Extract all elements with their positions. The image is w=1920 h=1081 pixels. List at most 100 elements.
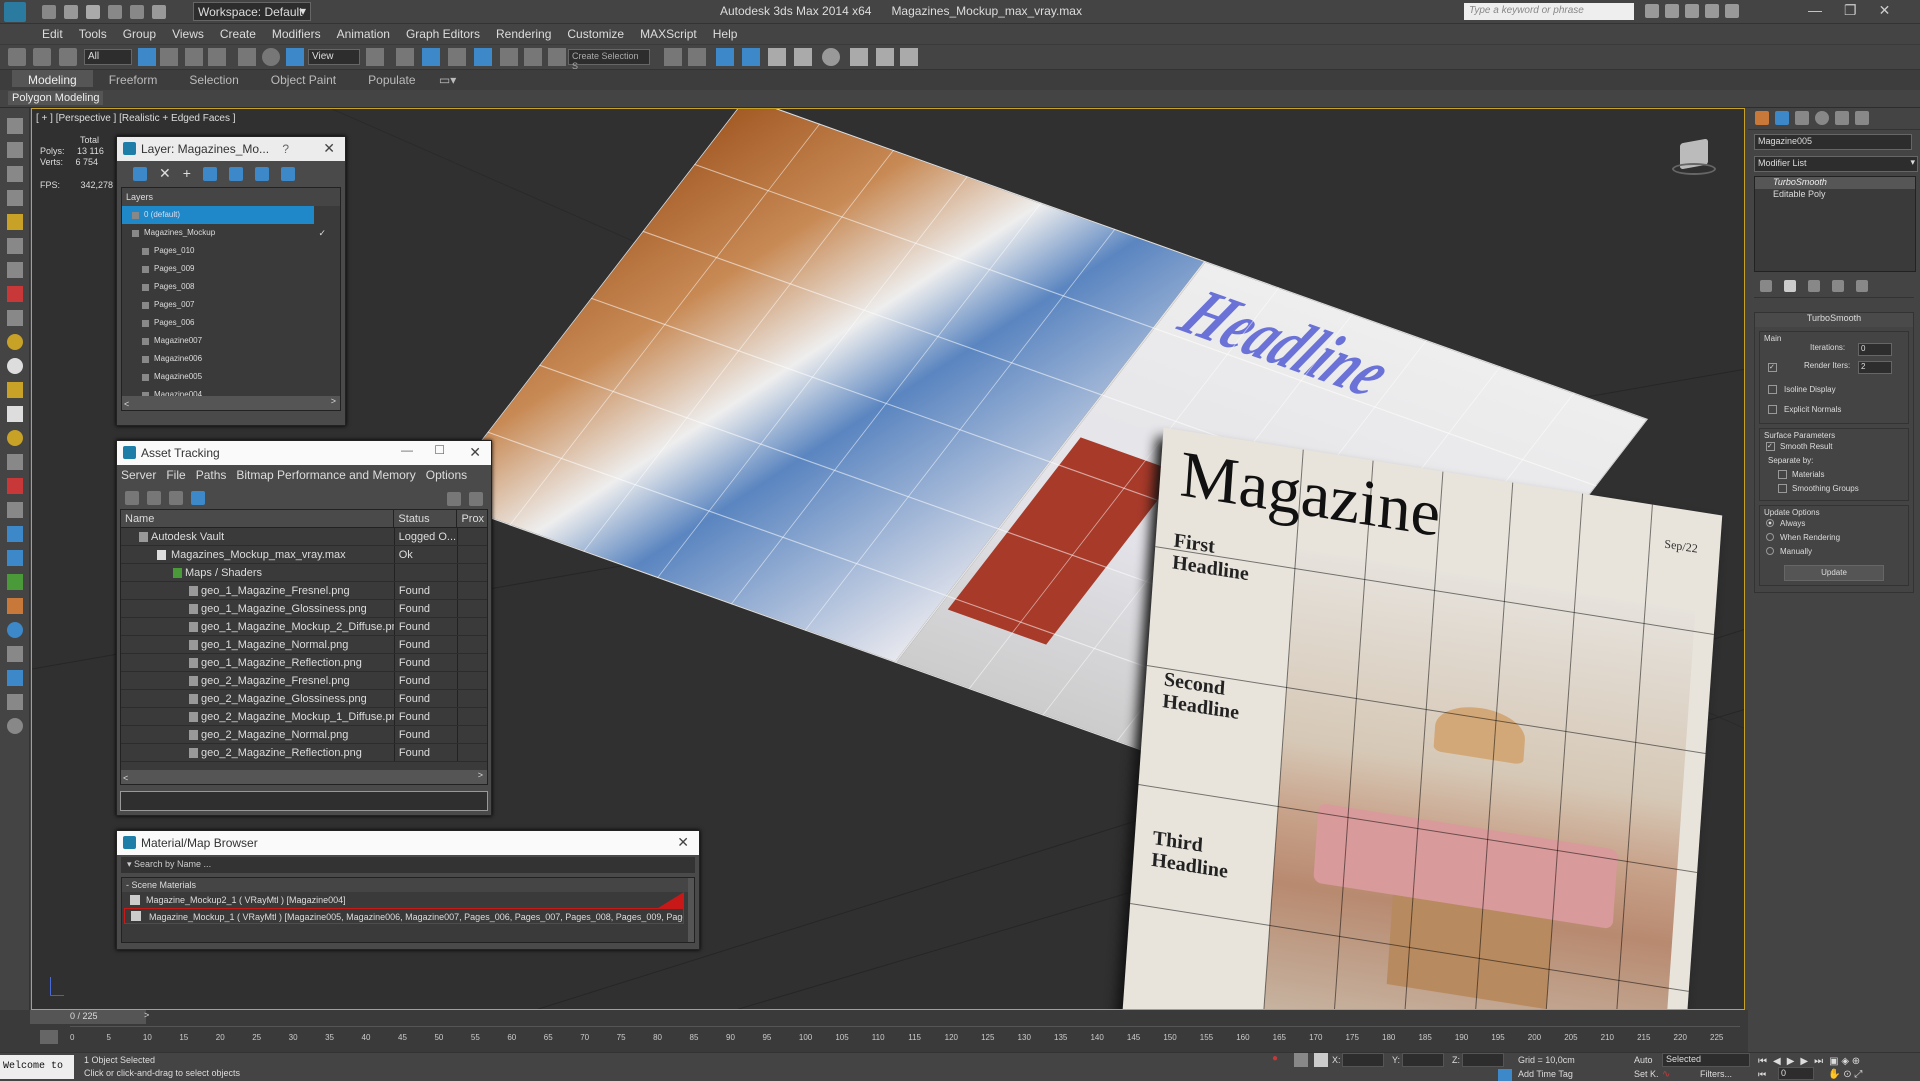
help-icon[interactable] (447, 492, 461, 506)
asset-path-field[interactable] (120, 791, 488, 811)
selection-filter-dropdown[interactable]: All (84, 49, 132, 65)
material-search-input[interactable]: ▾ Search by Name ... (121, 857, 695, 873)
nav-icons[interactable]: ▣ ◈ ⊕ (1829, 1056, 1860, 1067)
tab-populate[interactable]: Populate (352, 70, 431, 87)
layer-hscrollbar[interactable]: < > (122, 396, 340, 410)
reference-coord-dropdown[interactable]: View (308, 49, 360, 65)
time-tag-icon[interactable] (1498, 1069, 1512, 1081)
close-icon[interactable]: ✕ (469, 444, 481, 461)
key-filter-dropdown[interactable]: Selected (1662, 1053, 1750, 1067)
pin-stack-icon[interactable] (1760, 280, 1772, 292)
undo-icon[interactable] (108, 5, 122, 19)
asset-row[interactable]: geo_1_Magazine_Fresnel.png Found (121, 582, 487, 600)
mirror-icon[interactable] (664, 48, 682, 66)
tool-icon-18[interactable] (7, 526, 23, 542)
layer-manager-icon[interactable] (716, 48, 734, 66)
material-row-2[interactable]: Magazine_Mockup_1 ( VRayMtl ) [Magazine0… (124, 908, 684, 924)
layer-row[interactable]: Magazine005 (122, 368, 340, 386)
layer-list[interactable]: Layers 0 (default) Magazines_Mockup ✓ Pages… (121, 187, 341, 411)
menu-help[interactable]: Help (705, 24, 746, 41)
unlink-icon[interactable] (33, 48, 52, 66)
tool-icon-24[interactable] (7, 670, 23, 686)
menu-group[interactable]: Group (115, 24, 164, 41)
minimize-icon[interactable]: — (1808, 2, 1822, 18)
menu-maxscript[interactable]: MAXScript (632, 24, 705, 41)
edit-named-sel-icon[interactable] (548, 48, 566, 66)
tab-freeform[interactable]: Freeform (93, 70, 174, 87)
motion-tab-icon[interactable] (1815, 111, 1829, 125)
subscription-icon[interactable] (1665, 4, 1679, 18)
render-setup-icon[interactable] (850, 48, 868, 66)
remove-modifier-icon[interactable] (1832, 280, 1844, 292)
goto-start-icon[interactable]: ⏮ (1758, 1056, 1767, 1067)
asset-menu-options[interactable]: Options (426, 468, 467, 482)
col-status[interactable]: Status (394, 510, 458, 527)
tool-icon-5[interactable] (7, 214, 23, 230)
redo-icon[interactable] (130, 5, 144, 19)
tool-icon-4[interactable] (7, 190, 23, 206)
asset-hscrollbar[interactable]: < > (121, 770, 487, 784)
render-teapot-icon[interactable] (900, 48, 918, 66)
move-icon[interactable] (238, 48, 256, 66)
layer-row[interactable]: Pages_010 (122, 242, 340, 260)
asset-row[interactable]: geo_1_Magazine_Glossiness.png Found (121, 600, 487, 618)
binoculars-icon[interactable] (1645, 4, 1659, 18)
key-mode-icon[interactable]: ⏮ (1758, 1069, 1766, 1080)
rendered-frame-icon[interactable] (876, 48, 894, 66)
help-icon[interactable]: ? (282, 142, 289, 156)
make-unique-icon[interactable] (1808, 280, 1820, 292)
play-icon[interactable]: ▶ (1787, 1056, 1795, 1067)
close-icon[interactable]: ✕ (323, 140, 335, 157)
tool-icon-26[interactable] (7, 718, 23, 734)
auto-key-button[interactable]: Auto (1634, 1055, 1653, 1065)
asset-row[interactable]: geo_2_Magazine_Reflection.png Found (121, 744, 487, 762)
layer-row[interactable]: 0 (default) (122, 206, 314, 224)
ribbon-options-icon[interactable]: ▭▾ (435, 70, 460, 90)
maxscript-listener[interactable]: Welcome to (0, 1055, 74, 1079)
tab-object-paint[interactable]: Object Paint (255, 70, 352, 87)
scale-icon[interactable] (286, 48, 304, 66)
workspace-dropdown[interactable]: Workspace: Default ▾ (193, 2, 311, 21)
layer-row[interactable]: Pages_006 (122, 314, 340, 332)
prev-frame-icon[interactable]: ◀ (1773, 1056, 1781, 1067)
iterations-spinner[interactable]: 0 (1858, 343, 1892, 356)
always-radio[interactable] (1766, 519, 1774, 527)
communication-icon[interactable] (1685, 4, 1699, 18)
percent-snap-icon[interactable] (500, 48, 518, 66)
material-list[interactable]: - Scene Materials Magazine_Mockup2_1 ( V… (121, 877, 695, 943)
asset-row[interactable]: Magazines_Mockup_max_vray.max Ok (121, 546, 487, 564)
asset-menu-bitmap[interactable]: Bitmap Performance and Memory (236, 468, 415, 482)
layer-panel-titlebar[interactable]: Layer: Magazines_Mo... ? ✕ (117, 137, 345, 161)
settings-icon[interactable] (469, 492, 483, 506)
material-editor-icon[interactable] (822, 48, 840, 66)
tool-icon-22[interactable] (7, 622, 23, 638)
asset-row[interactable]: Maps / Shaders (121, 564, 487, 582)
menu-customize[interactable]: Customize (559, 24, 632, 41)
time-slider[interactable]: 0 / 225 (30, 1010, 146, 1024)
x-coord-field[interactable] (1342, 1053, 1384, 1067)
next-frame-icon[interactable]: ▶ (1800, 1056, 1808, 1067)
tool-icon-6[interactable] (7, 238, 23, 254)
named-selection-dropdown[interactable]: Create Selection S (568, 49, 650, 71)
material-browser-panel[interactable]: Material/Map Browser ✕ ▾ Search by Name … (116, 830, 700, 950)
object-name-field[interactable]: Magazine005 (1754, 134, 1912, 150)
layer-row[interactable]: Magazines_Mockup ✓ (122, 224, 340, 242)
tool-icon-15[interactable] (7, 454, 23, 470)
tool-icon-8[interactable] (7, 286, 23, 302)
modify-tab-icon[interactable] (1775, 111, 1789, 125)
stack-editable-poly[interactable]: Editable Poly (1755, 189, 1915, 201)
angle-snap-icon[interactable] (474, 48, 492, 66)
material-panel-titlebar[interactable]: Material/Map Browser ✕ (117, 831, 699, 855)
render-iters-spinner[interactable]: 2 (1858, 361, 1892, 374)
update-button[interactable]: Update (1784, 565, 1884, 581)
scene-materials-header[interactable]: - Scene Materials (122, 878, 694, 892)
filters-button[interactable]: Filters... (1700, 1069, 1732, 1079)
create-tab-icon[interactable] (1755, 111, 1769, 125)
asset-panel-titlebar[interactable]: Asset Tracking — ☐ ✕ (117, 441, 491, 465)
configure-sets-icon[interactable] (1856, 280, 1868, 292)
curve-editor-icon[interactable] (768, 48, 786, 66)
time-slider-next-icon[interactable]: > (144, 1010, 149, 1020)
track-bar-toggle-icon[interactable] (40, 1030, 58, 1044)
select-by-name-icon[interactable] (160, 48, 178, 66)
save-file-icon[interactable] (86, 5, 100, 19)
